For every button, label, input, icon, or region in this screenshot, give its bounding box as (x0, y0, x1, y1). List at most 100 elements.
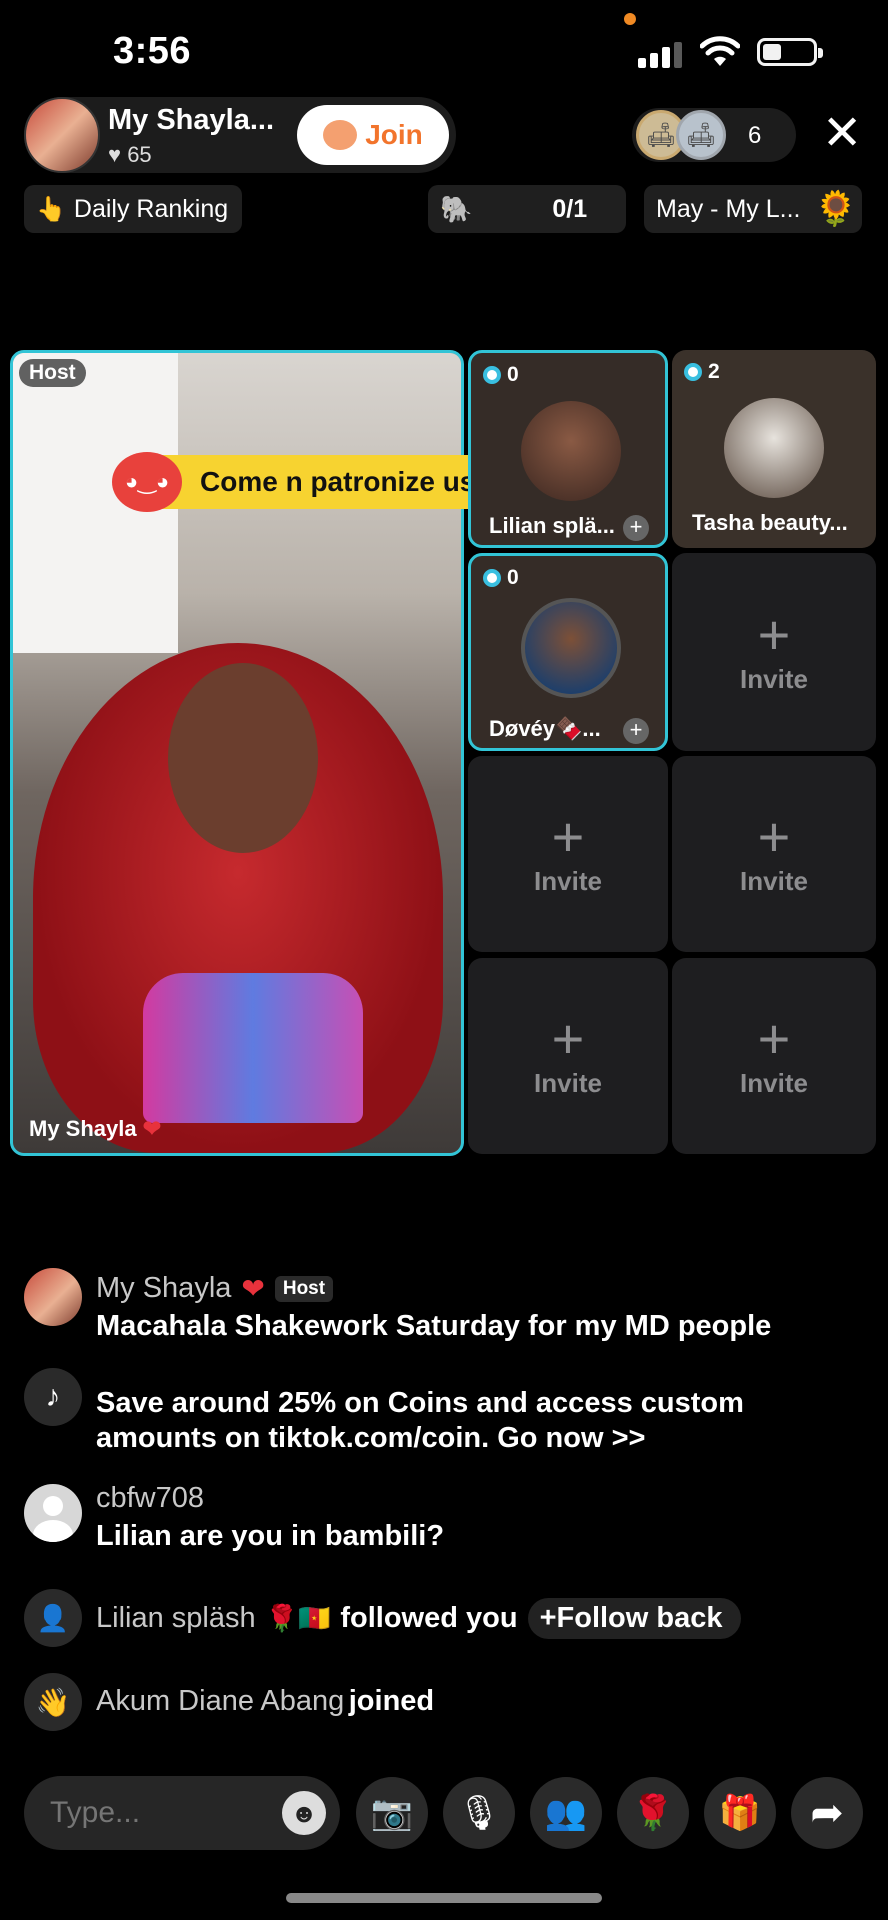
chat-list: My Shayla ❤ Host Macahala Shakework Satu… (0, 1260, 888, 1740)
daily-ranking-label: Daily Ranking (73, 194, 229, 223)
invite-label: Invite (740, 865, 808, 896)
chat-avatar[interactable] (24, 1268, 82, 1326)
emoji-icon[interactable]: ☻ (282, 1791, 326, 1835)
plus-icon: + (757, 1006, 791, 1070)
invite-label: Invite (740, 1067, 808, 1098)
join-button[interactable]: Join (297, 105, 449, 165)
chat-text: Lilian are you in bambili? (96, 1520, 445, 1552)
wave-icon: 👋 (24, 1673, 82, 1731)
chat-username[interactable]: My Shayla (96, 1272, 231, 1305)
tiktok-icon: ♪ (24, 1368, 82, 1426)
guest-avatar (521, 401, 621, 501)
gem-icon (483, 569, 501, 587)
invite-label: Invite (534, 1067, 602, 1098)
goal-title-chip[interactable]: May - My L... 🌻 (644, 185, 862, 233)
goal-title: May - My L... (656, 194, 801, 223)
host-avatar[interactable] (24, 97, 100, 173)
invite-label: Invite (534, 865, 602, 896)
join-action: joined (348, 1685, 435, 1717)
guest-score: 2 (684, 360, 720, 384)
chat-username[interactable]: Akum Diane Abang (96, 1685, 344, 1717)
guest-tile[interactable]: 0 Døvéy🍫... + (468, 553, 668, 751)
host-likes-count: 65 (127, 142, 152, 167)
guest-follow-plus-icon[interactable]: + (623, 515, 649, 541)
share-icon[interactable]: ➦ (791, 1777, 863, 1849)
status-time: 3:56 (113, 30, 192, 72)
heart-icon: ❤ (142, 1116, 162, 1141)
guest-follow-plus-icon[interactable]: + (623, 718, 649, 744)
invite-slot[interactable]: + Invite (468, 958, 668, 1154)
comment-input[interactable]: ☻ (24, 1776, 340, 1850)
system-text-line2: amounts on tiktok.com/coin. Go now >> (96, 1422, 646, 1454)
heart-icon: ♥ (108, 142, 122, 167)
close-icon[interactable]: ✕ (822, 110, 862, 158)
chat-username[interactable]: Lilian spläsh (96, 1602, 256, 1635)
guest-score-value: 0 (507, 363, 519, 386)
follow-back-label: Follow back (556, 1602, 723, 1634)
gem-icon (483, 366, 501, 384)
guest-score-value: 0 (507, 566, 519, 589)
guest-tile[interactable]: 2 Tasha beauty... (672, 350, 876, 548)
follow-action: followed you (340, 1602, 518, 1634)
join-label: Join (365, 119, 423, 150)
goal-progress: 0/1 (552, 194, 588, 223)
follow-notice: Lilian spläsh 🌹🇨🇲 followed you +Follow b… (96, 1598, 741, 1639)
gift-icon[interactable]: 🎁 (704, 1777, 776, 1849)
guests-manage-icon[interactable]: 👥 (530, 1777, 602, 1849)
guest-score-value: 2 (708, 360, 720, 383)
plus-icon: + (551, 804, 585, 868)
host-badge: Host (19, 359, 86, 387)
chat-header: My Shayla ❤ Host (96, 1272, 876, 1305)
streamer-top (143, 973, 363, 1123)
host-tag: Host (274, 1275, 334, 1302)
invite-slot[interactable]: + Invite (672, 756, 876, 952)
plus-icon: + (757, 602, 791, 666)
chat-text: Macahala Shakework Saturday for my MD pe… (96, 1310, 772, 1342)
host-name: My Shayla... (108, 104, 275, 136)
chat-message: cbfw708 Lilian are you in bambili? (96, 1482, 876, 1554)
guest-avatar (521, 598, 621, 698)
home-indicator (286, 1893, 602, 1903)
gift-goal-icon: 🐘 (440, 193, 473, 224)
gem-icon (684, 363, 702, 381)
system-text-line1: Save around 25% on Coins and access cust… (96, 1387, 744, 1419)
invite-slot[interactable]: + Invite (672, 958, 876, 1154)
plus-icon: + (551, 1006, 585, 1070)
host-tile-name: My Shayla (29, 1116, 137, 1141)
join-notice: Akum Diane Abang joined (96, 1684, 434, 1719)
heart-plus-icon (323, 120, 358, 150)
host-likes: ♥ 65 (108, 142, 152, 168)
sunflower-icon: 🌻 (814, 190, 857, 228)
microphone-icon[interactable]: 🎙 (443, 1777, 515, 1849)
guest-score: 0 (483, 566, 519, 590)
heart-icon: ❤ (241, 1273, 265, 1304)
invite-label: Invite (740, 663, 808, 694)
viewer-count: 6 (748, 122, 762, 149)
guest-avatar (724, 398, 824, 498)
guest-name: Lilian splä... (489, 513, 615, 538)
goal-progress-chip[interactable]: 🐘 0/1 (428, 185, 626, 233)
streamer-face (168, 663, 318, 853)
guest-name: Døvéy🍫... (489, 716, 601, 741)
camera-off-icon[interactable]: 📷 (356, 1777, 428, 1849)
follow-back-button[interactable]: +Follow back (527, 1598, 741, 1639)
top-viewer-avatar[interactable]: 🛋 (676, 110, 726, 160)
plus-icon: + (757, 804, 791, 868)
rose-gift-icon[interactable]: 🌹 (617, 1777, 689, 1849)
mascot-icon: ◕‿◕ (112, 452, 182, 512)
guest-tile[interactable]: 0 Lilian splä... + (468, 350, 668, 548)
hand-icon: 👆 (36, 195, 66, 223)
guest-name: Tasha beauty... (692, 510, 848, 535)
system-message[interactable]: Save around 25% on Coins and access cust… (96, 1386, 876, 1456)
invite-slot[interactable]: + Invite (672, 553, 876, 751)
status-bar: 3:56 (0, 0, 888, 100)
chat-username[interactable]: cbfw708 (96, 1482, 876, 1515)
chat-message: My Shayla ❤ Host Macahala Shakework Satu… (96, 1272, 876, 1344)
comment-input-field[interactable] (50, 1796, 250, 1830)
battery-icon (757, 38, 823, 66)
daily-ranking-chip[interactable]: 👆 Daily Ranking (24, 185, 242, 233)
privacy-indicator-dot (624, 13, 636, 25)
guest-score: 0 (483, 363, 519, 387)
invite-slot[interactable]: + Invite (468, 756, 668, 952)
chat-avatar[interactable] (24, 1484, 82, 1542)
